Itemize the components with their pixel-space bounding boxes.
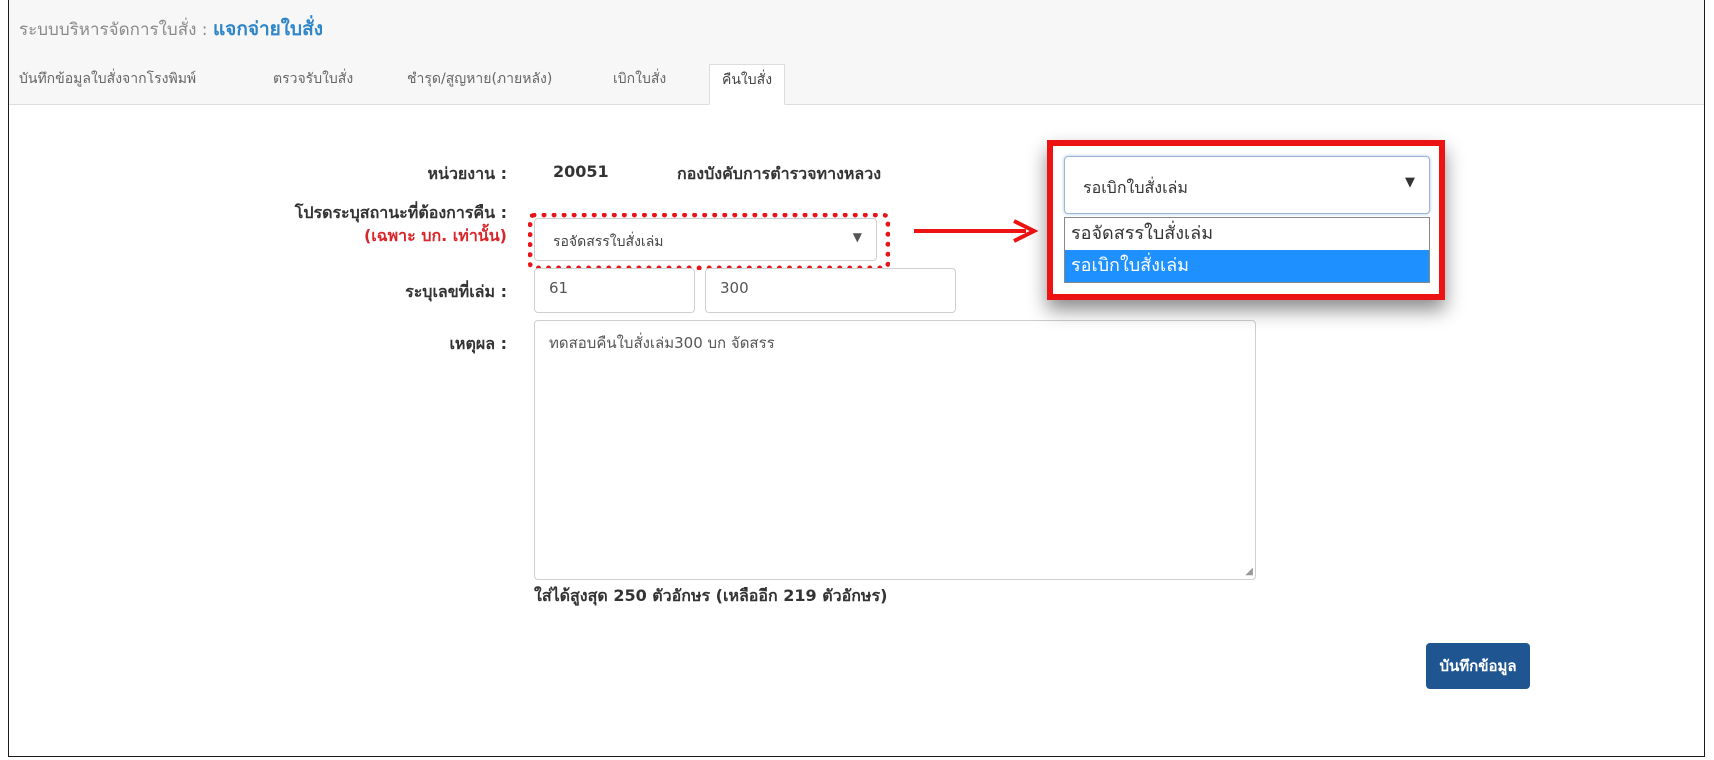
return-status-label: โปรดระบุสถานะที่ต้องการคืน : [294,203,507,222]
callout-options-list: รอจัดสรรใบสั่งเล่ม รอเบิกใบสั่งเล่ม [1064,217,1430,283]
dropdown-callout: รอเบิกใบสั่งเล่ม ▼ รอจัดสรรใบสั่งเล่ม รอ… [1047,140,1445,300]
unit-label: หน่วยงาน : [427,164,507,183]
callout-selected-value: รอเบิกใบสั่งเล่ม [1083,178,1188,197]
book-from-input[interactable]: 61 [534,268,695,313]
book-to-input[interactable]: 300 [705,268,956,313]
tab-record-from-printer[interactable]: บันทึกข้อมูลใบสั่งจากโรงพิมพ์ [19,68,196,90]
breadcrumb-system: ระบบบริหารจัดการใบสั่ง : [19,20,208,40]
chevron-down-icon: ▼ [1405,175,1415,190]
book-number-label: ระบุเลขที่เล่ม : [405,282,507,301]
char-count-hint: ใส่ได้สูงสุด 250 ตัวอักษร (เหลืออีก 219 … [534,586,888,605]
page-header: ระบบบริหารจัดการใบสั่ง : แจกจ่ายใบสั่ง [9,0,1704,59]
return-status-note: (เฉพาะ บก. เท่านั้น) [363,226,507,245]
tab-inspect-receive[interactable]: ตรวจรับใบสั่ง [273,68,353,90]
save-button[interactable]: บันทึกข้อมูล [1426,643,1530,689]
unit-name: กองบังคับการตำรวจทางหลวง [677,164,882,183]
breadcrumb-current: แจกจ่ายใบสั่ง [212,18,323,40]
tab-damaged-lost[interactable]: ชำรุด/สูญหาย(ภายหลัง) [407,68,552,90]
tab-return[interactable]: คืนใบสั่ง [709,64,786,105]
tab-bar: บันทึกข้อมูลใบสั่งจากโรงพิมพ์ ตรวจรับใบส… [9,58,1704,105]
reason-label: เหตุผล : [449,334,507,353]
unit-code: 20051 [553,162,609,181]
option-await-withdraw[interactable]: รอเบิกใบสั่งเล่ม [1065,250,1429,282]
callout-select[interactable]: รอเบิกใบสั่งเล่ม ▼ [1064,156,1430,214]
highlight-dotted-box [528,213,890,270]
app-frame: ระบบบริหารจัดการใบสั่ง : แจกจ่ายใบสั่ง บ… [8,0,1705,757]
annotation-arrow-icon [914,219,1039,243]
tab-withdraw[interactable]: เบิกใบสั่ง [613,68,666,90]
option-await-allocation[interactable]: รอจัดสรรใบสั่งเล่ม [1065,218,1429,250]
breadcrumb: ระบบบริหารจัดการใบสั่ง : แจกจ่ายใบสั่ง [19,14,323,44]
reason-textarea[interactable]: ทดสอบคืนใบสั่งเล่ม300 บก จัดสรร ◢ [534,320,1256,580]
resize-grip-icon[interactable]: ◢ [1245,566,1253,577]
reason-text: ทดสอบคืนใบสั่งเล่ม300 บก จัดสรร [549,334,775,352]
